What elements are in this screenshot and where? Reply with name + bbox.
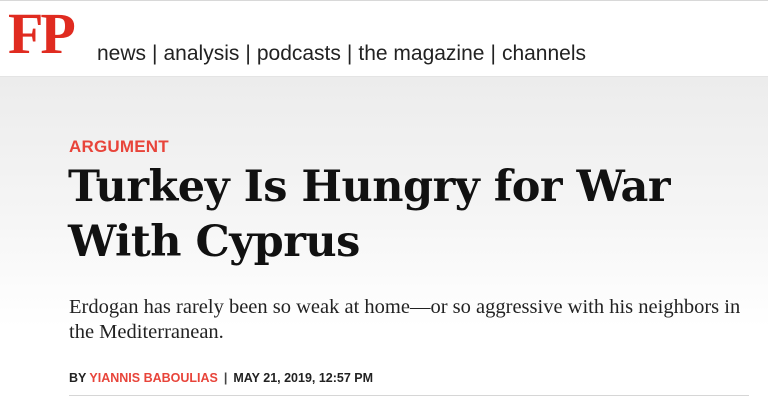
article-byline: BY YIANNIS BABOULIAS | MAY 21, 2019, 12:57… bbox=[69, 371, 373, 385]
nav-separator: | bbox=[346, 42, 353, 65]
nav-separator: | bbox=[245, 42, 251, 65]
nav-separator: | bbox=[152, 42, 158, 65]
nav-item-news[interactable]: news bbox=[97, 42, 146, 65]
nav-item-analysis[interactable]: analysis bbox=[164, 42, 240, 65]
nav-separator: | bbox=[490, 42, 496, 65]
article-kicker[interactable]: ARGUMENT bbox=[69, 137, 169, 157]
nav-item-podcasts[interactable]: podcasts bbox=[257, 42, 341, 65]
fp-logo[interactable]: FP bbox=[8, 5, 76, 63]
article-headline: Turkey Is Hungry for War With Cyprus bbox=[68, 162, 671, 267]
divider bbox=[69, 395, 749, 396]
byline-prefix: BY bbox=[69, 371, 87, 385]
author-link[interactable]: YIANNIS BABOULIAS bbox=[89, 371, 217, 385]
nav-item-channels[interactable]: channels bbox=[502, 42, 586, 65]
byline-separator: | bbox=[223, 371, 228, 385]
publish-date: MAY 21, 2019, 12:57 PM bbox=[233, 371, 374, 385]
main-nav: news | analysis | podcasts | the magazine | chan… bbox=[97, 42, 586, 66]
article-dek: Erdogan has rarely been so weak at home—… bbox=[69, 296, 741, 343]
site-header: FP news | analysis | podcasts | the magazine | c… bbox=[0, 0, 768, 77]
nav-item-the-magazine[interactable]: the magazine bbox=[358, 42, 484, 65]
